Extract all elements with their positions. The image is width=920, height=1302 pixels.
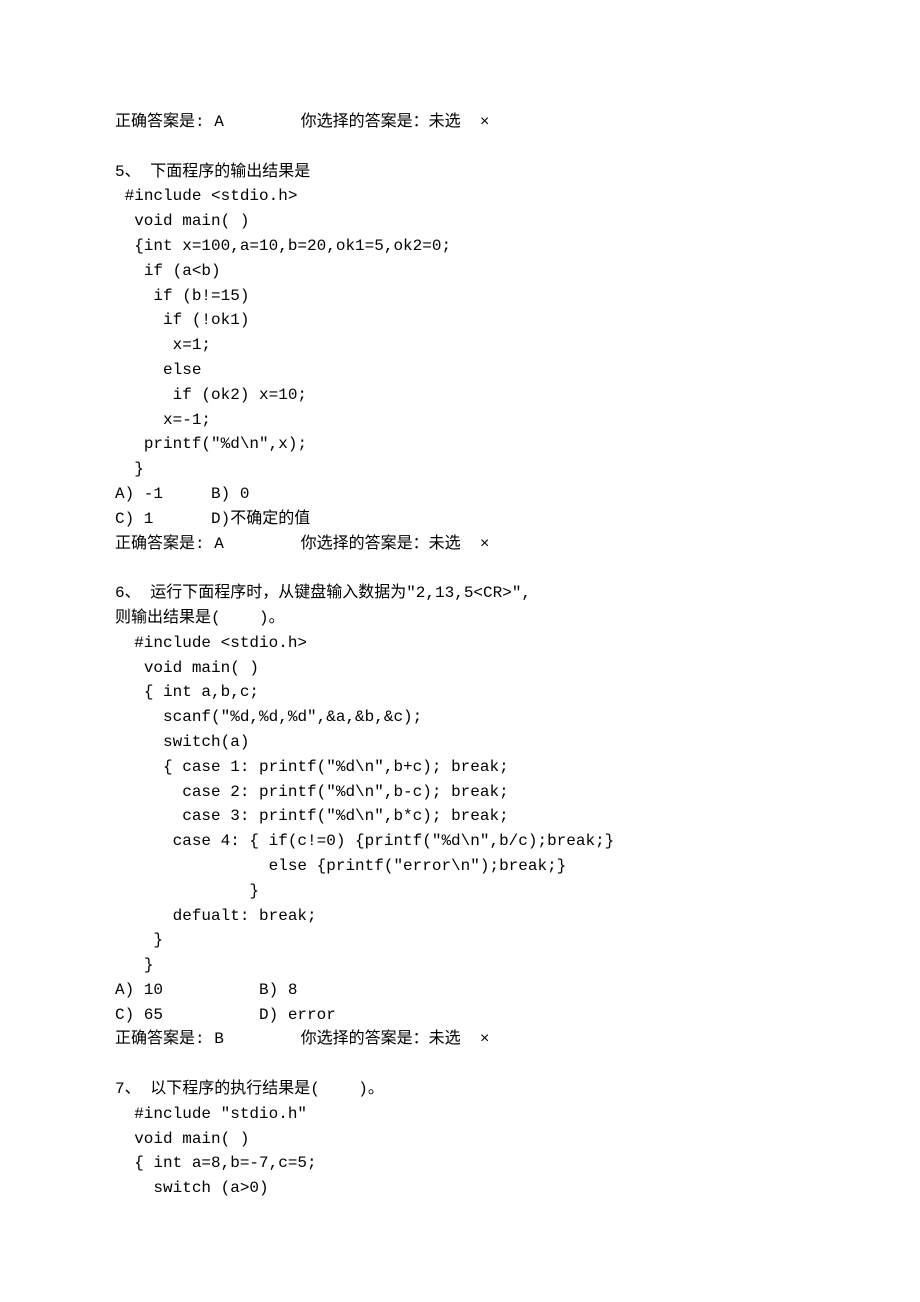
q6-answer-line: 正确答案是: B 你选择的答案是：未选 × — [115, 1030, 489, 1048]
q5-code-block: #include <stdio.h> void main( ) {int x=1… — [115, 187, 451, 478]
q5-title: 5、 下面程序的输出结果是 — [115, 163, 310, 181]
document-page: 正确答案是: A 你选择的答案是：未选 × 5、 下面程序的输出结果是 #inc… — [0, 0, 920, 1302]
q6-code-block: #include <stdio.h> void main( ) { int a,… — [115, 634, 614, 974]
q6-title: 6、 运行下面程序时，从键盘输入数据为"2,13,5<CR>", 则输出结果是(… — [115, 584, 531, 627]
q7-title: 7、 以下程序的执行结果是( )。 — [115, 1080, 384, 1098]
q5-answer-line: 正确答案是: A 你选择的答案是：未选 × — [115, 535, 489, 553]
q4-answer-line: 正确答案是: A 你选择的答案是：未选 × — [115, 113, 489, 131]
q6-options: A) 10 B) 8 C) 65 D) error — [115, 981, 336, 1024]
q7-code-block: #include "stdio.h" void main( ) { int a=… — [115, 1105, 317, 1197]
q5-options: A) -1 B) 0 C) 1 D)不确定的值 — [115, 485, 310, 528]
